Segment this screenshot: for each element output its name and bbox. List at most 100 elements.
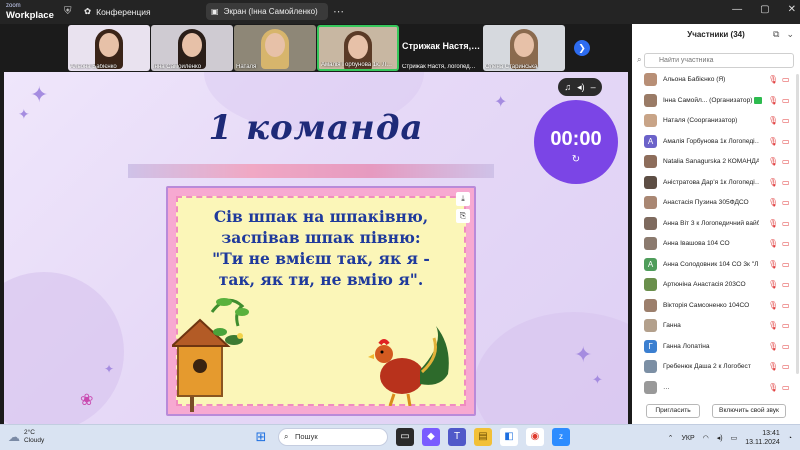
camera-off-icon[interactable]: ▭ (782, 280, 790, 289)
participant-name: Альона Бабієнко (Я) (663, 76, 726, 83)
battery-icon[interactable]: ▭ (731, 434, 738, 442)
face-shape (348, 35, 368, 59)
camera-off-icon[interactable]: ▭ (782, 239, 790, 248)
participant-row[interactable]: Анастасія Пузина 305ФДСО 🎙︎ ▭ (632, 193, 800, 213)
camera-off-icon[interactable]: ▭ (782, 198, 790, 207)
screen-share-pill[interactable]: ▣ Экран (Інна Самойленко) (206, 3, 328, 20)
minus-icon[interactable]: – (591, 82, 596, 92)
mic-muted-icon[interactable]: 🎙︎ (768, 75, 778, 84)
camera-off-icon[interactable]: ▭ (782, 260, 790, 269)
timer-reset-icon[interactable]: ↻ (534, 154, 618, 165)
camera-off-icon[interactable]: ▭ (782, 157, 790, 166)
wifi-icon[interactable]: ◠ (703, 434, 709, 442)
mic-muted-icon[interactable]: 🎙︎ (768, 198, 778, 207)
mic-muted-icon[interactable]: 🎙︎ (768, 301, 778, 310)
mic-muted-icon[interactable]: 🎙︎ (768, 219, 778, 228)
avatar (644, 278, 657, 291)
mic-muted-icon[interactable]: 🎙︎ (768, 383, 778, 392)
notification-icon[interactable]: ◔ (788, 435, 792, 442)
video-thumb[interactable]: Інна Самойленко (151, 25, 233, 71)
clock[interactable]: 13:41 13.11.2024 (745, 429, 780, 447)
participant-row[interactable]: Анна Івашова 104 СО 🎙︎ ▭ (632, 234, 800, 254)
system-tray: ⌃ УКР ◠ ◂) ▭ 13:41 13.11.2024 ◔ (668, 429, 792, 447)
mic-muted-icon[interactable]: 🎙︎ (768, 96, 778, 105)
participant-search-input[interactable] (644, 53, 794, 68)
panel-scrollbar[interactable] (796, 74, 799, 374)
mic-muted-icon[interactable]: 🎙︎ (768, 157, 778, 166)
camera-off-icon[interactable]: ▭ (782, 383, 790, 392)
participant-row[interactable]: Альона Бабієнко (Я) 🎙︎ ▭ (632, 70, 800, 90)
task-view-icon[interactable]: ▭ (396, 428, 414, 446)
weather-widget[interactable]: ☁ 2°C Cloudy (8, 429, 44, 445)
camera-off-icon[interactable]: ▭ (782, 342, 790, 351)
video-thumb[interactable]: Наталя (234, 25, 316, 71)
participant-row[interactable]: Наталя (Соорганизатор) 🎙︎ ▭ (632, 111, 800, 131)
mic-muted-icon[interactable]: 🎙︎ (768, 260, 778, 269)
video-thumb[interactable]: Альона Бабієнко (68, 25, 150, 71)
chevron-down-icon[interactable]: ⌄ (786, 29, 794, 40)
meeting-info[interactable]: ✿ Конференция (84, 6, 151, 17)
windows-start-icon[interactable]: ⊞ (252, 428, 270, 446)
screen-icon: ▣ (211, 7, 219, 16)
chevron-up-icon[interactable]: ⌃ (668, 434, 674, 442)
participant-row[interactable]: Вікторія Самсоненко 104СО 🎙︎ ▭ (632, 296, 800, 316)
participant-row[interactable]: Гребенюк Даша 2 к Логобест 🎙︎ ▭ (632, 357, 800, 377)
camera-off-icon[interactable]: ▭ (782, 116, 790, 125)
participant-row[interactable]: Natalia Sanagurska 2 КОМАНДА 🎙︎ ▭ (632, 152, 800, 172)
shield-icon[interactable]: ⛨ (64, 6, 72, 17)
camera-off-icon[interactable]: ▭ (782, 96, 790, 105)
close-icon[interactable]: ✕ (788, 4, 796, 15)
mic-muted-icon[interactable]: 🎙︎ (768, 342, 778, 351)
taskbar-search[interactable]: ⌕ Пошук (278, 428, 388, 446)
participant-row[interactable]: Інна Самойл... (Организатор) 🎙︎ ▭ (632, 91, 800, 111)
maximize-icon[interactable]: ▢ (760, 4, 769, 15)
copilot-icon[interactable]: ◆ (422, 428, 440, 446)
popout-icon[interactable]: ⧉ (773, 29, 779, 40)
zoom-app-icon[interactable]: z (552, 428, 570, 446)
participant-row[interactable]: Аністратова Дар'я 1к Логопеді… 🎙︎ ▭ (632, 173, 800, 193)
file-explorer-icon[interactable]: ▤ (474, 428, 492, 446)
mic-muted-icon[interactable]: 🎙︎ (768, 321, 778, 330)
participant-row[interactable]: Ганна 🎙︎ ▭ (632, 316, 800, 336)
next-page-icon[interactable]: ❯ (574, 40, 590, 56)
camera-off-icon[interactable]: ▭ (782, 219, 790, 228)
participant-row[interactable]: … 🎙︎ ▭ (632, 378, 800, 397)
camera-off-icon[interactable]: ▭ (782, 301, 790, 310)
speaker-icon[interactable]: ◂) (717, 434, 723, 442)
camera-off-icon[interactable]: ▭ (782, 178, 790, 187)
camera-off-icon[interactable]: ▭ (782, 362, 790, 371)
participant-row[interactable]: А Анна Солодовник 104 СО 3к "Л… 🎙︎ ▭ (632, 255, 800, 275)
timer-value: 00:00 (550, 128, 602, 150)
music-icon[interactable]: ♫ (564, 82, 571, 92)
mic-muted-icon[interactable]: 🎙︎ (768, 280, 778, 289)
timer-widget[interactable]: 00:00 ↻ (534, 100, 618, 184)
mic-muted-icon[interactable]: 🎙︎ (768, 137, 778, 146)
chrome-icon[interactable]: ◉ (526, 428, 544, 446)
volume-icon[interactable]: ◂) (577, 82, 585, 93)
screen-share-label: Экран (Інна Самойленко) (223, 7, 318, 16)
minimize-icon[interactable]: — (732, 4, 742, 15)
mic-muted-icon[interactable]: 🎙︎ (768, 362, 778, 371)
camera-off-icon[interactable]: ▭ (782, 137, 790, 146)
teams-icon[interactable]: T (448, 428, 466, 446)
name-tile[interactable]: Стрижак Настя,… Стрижак Настя, логопед… (400, 25, 482, 71)
participant-row[interactable]: Г Ганна Лопатіна 🎙︎ ▭ (632, 337, 800, 357)
participant-row[interactable]: Артюніна Анастасія 203СО 🎙︎ ▭ (632, 275, 800, 295)
download-icon[interactable]: ⤓ (456, 192, 470, 206)
more-icon[interactable]: ⋯ (333, 5, 344, 18)
mic-muted-icon[interactable]: 🎙︎ (768, 239, 778, 248)
audio-controls[interactable]: ♫ ◂) – (558, 78, 602, 96)
camera-off-icon[interactable]: ▭ (782, 75, 790, 84)
mic-muted-icon[interactable]: 🎙︎ (768, 178, 778, 187)
video-thumb[interactable]: Олена Старинська (483, 25, 565, 71)
invite-button[interactable]: Пригласить (646, 404, 700, 418)
participant-row[interactable]: Анна Віт 3 к Логопедичний вайб 🎙︎ ▭ (632, 214, 800, 234)
video-thumb-active[interactable]: Амалія Горбунова 1к. Логоп… (317, 25, 399, 71)
camera-off-icon[interactable]: ▭ (782, 321, 790, 330)
language-indicator[interactable]: УКР (681, 435, 694, 442)
store-icon[interactable]: ◧ (500, 428, 518, 446)
mic-muted-icon[interactable]: 🎙︎ (768, 116, 778, 125)
bookmark-icon[interactable]: ⎘ (456, 209, 470, 223)
participant-row[interactable]: А Амалія Горбунова 1к Логопеді… 🎙︎ ▭ (632, 132, 800, 152)
unmute-button[interactable]: Включить свой звук (712, 404, 786, 418)
